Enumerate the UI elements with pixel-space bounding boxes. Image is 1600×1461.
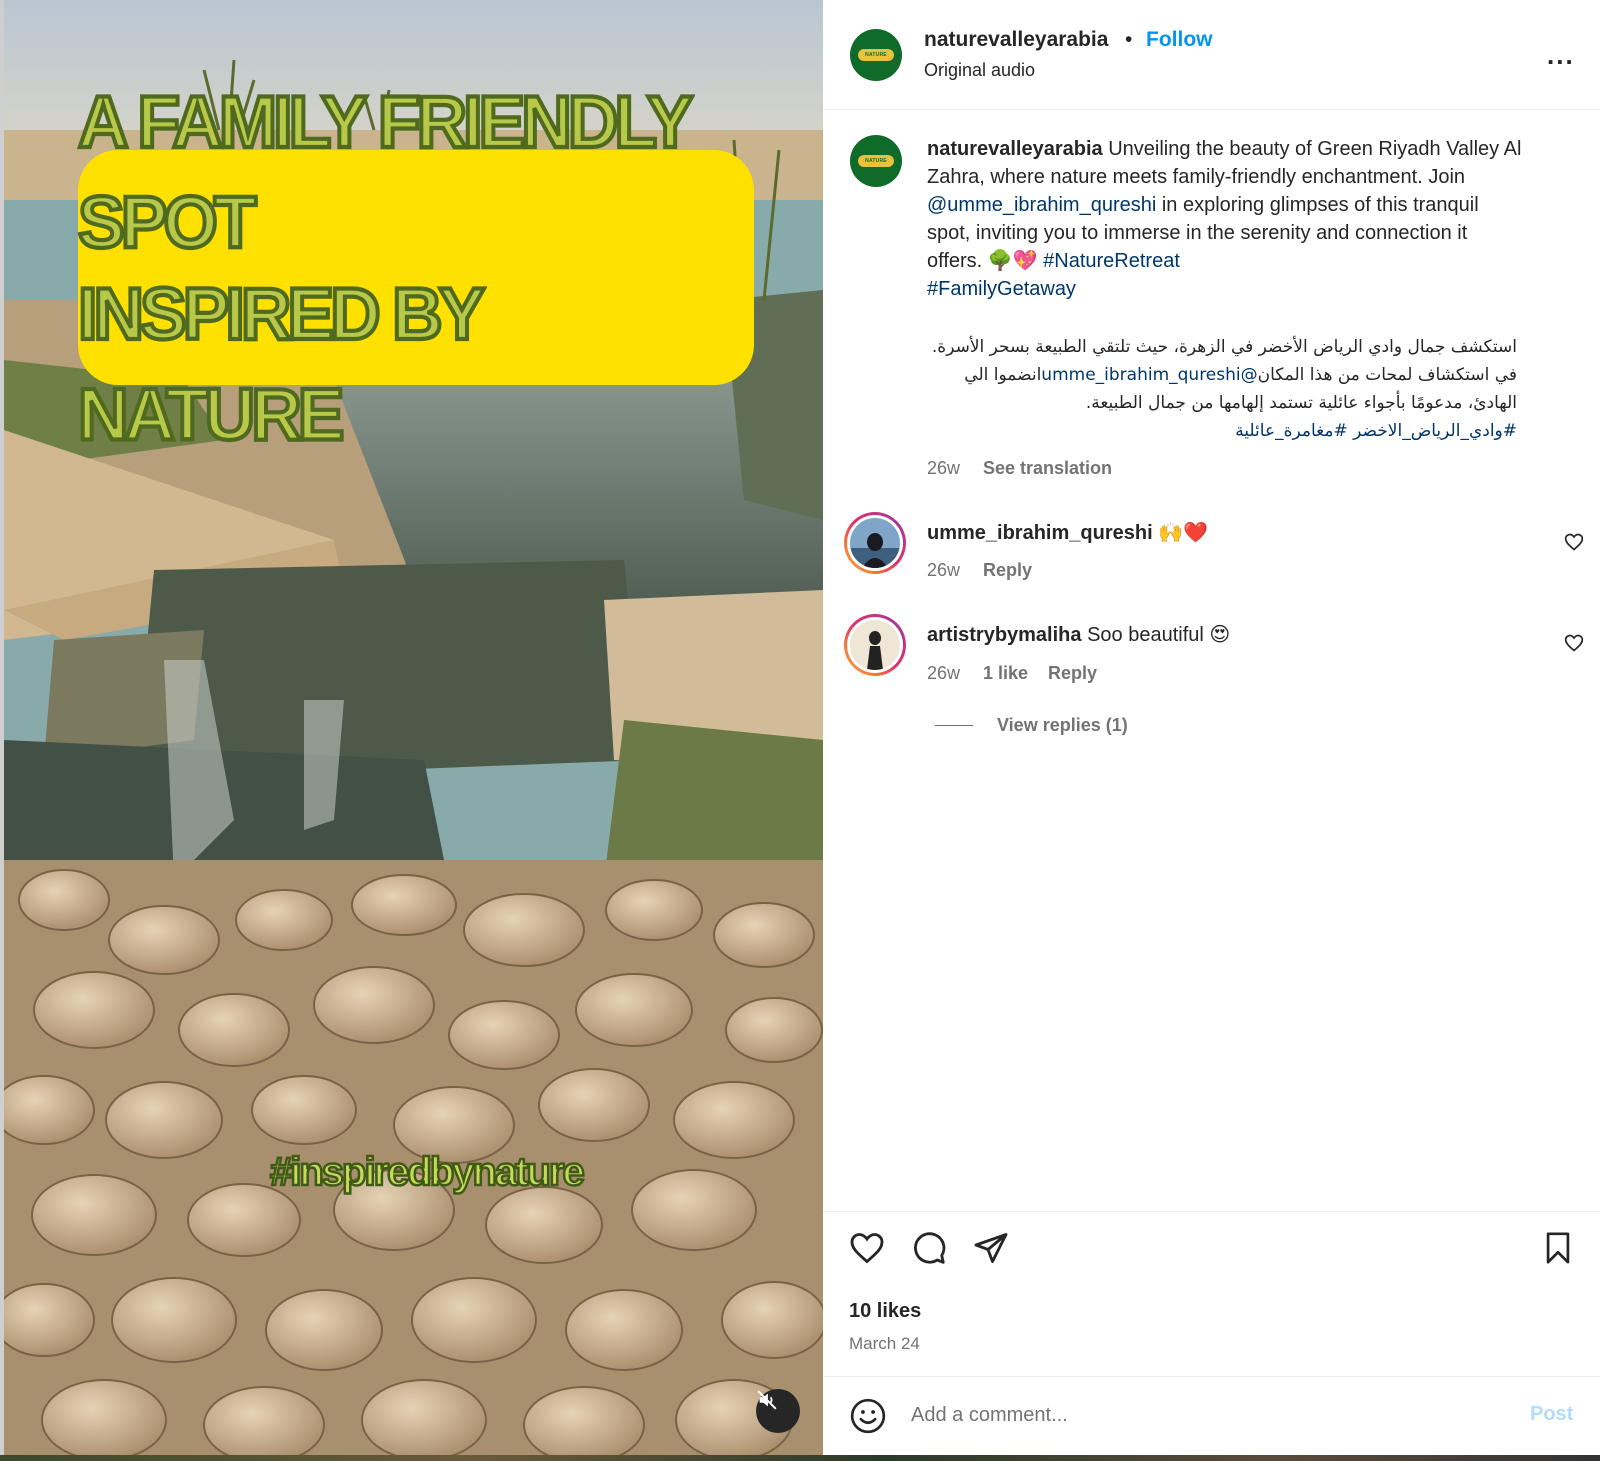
comment-2-username[interactable]: artistrybymaliha xyxy=(927,624,1082,646)
avatar-photo xyxy=(850,518,900,568)
arabic-mention[interactable]: @umme_ibrahim_qureshi xyxy=(1041,365,1257,385)
speaker-muted-icon xyxy=(757,1390,777,1410)
comment-avatar-artistry[interactable] xyxy=(844,614,906,676)
caption-username[interactable]: naturevalleyarabia xyxy=(927,138,1103,160)
comment-1-time[interactable]: 26w xyxy=(927,560,960,581)
comment-avatar-umme[interactable] xyxy=(844,512,906,574)
avatar-badge: NATURE VALLEY xyxy=(858,155,894,176)
overlay-line-2: INSPIRED BY NATURE xyxy=(76,270,486,457)
post-header: NATURE VALLEY naturevalleyarabia • Follo… xyxy=(823,0,1600,110)
replies-divider xyxy=(935,725,973,726)
comment-1-like-heart-icon[interactable] xyxy=(1564,532,1584,552)
avatar-badge: NATURE VALLEY xyxy=(858,49,894,70)
author-avatar[interactable]: NATURE VALLEY xyxy=(850,29,902,81)
caption-arabic: استكشف جمال وادي الرياض الأخضر في الزهرة… xyxy=(927,333,1517,445)
comment-icon[interactable] xyxy=(911,1230,947,1266)
arabic-tags[interactable]: #وادي_الرياض_الاخضر #مغامرة_عائلية xyxy=(927,417,1517,445)
heart-icon[interactable] xyxy=(849,1230,885,1266)
comment-2-time[interactable]: 26w xyxy=(927,663,960,684)
overlay-hashtag: #inspiredbynature xyxy=(269,1149,586,1196)
comment-2-content: artistrybymaliha Soo beautiful 😍 xyxy=(927,622,1230,647)
add-comment-bar: Post xyxy=(823,1376,1600,1455)
view-replies-button[interactable]: View replies (1) xyxy=(935,715,1128,736)
comment-2-like-heart-icon[interactable] xyxy=(1564,633,1584,653)
header-separator: • xyxy=(1125,28,1133,51)
post-comment-button[interactable]: Post xyxy=(1530,1403,1573,1426)
avatar xyxy=(850,518,900,568)
comment-input[interactable] xyxy=(911,1397,1491,1433)
mute-button[interactable] xyxy=(756,1389,800,1433)
avatar xyxy=(850,620,900,670)
audio-link[interactable]: Original audio xyxy=(924,60,1035,81)
caption-tag-family-getaway[interactable]: #FamilyGetaway xyxy=(927,278,1076,300)
caption-time[interactable]: 26w xyxy=(927,458,960,479)
post-caption: naturevalleyarabia Unveiling the beauty … xyxy=(927,135,1527,303)
bookmark-icon[interactable] xyxy=(1541,1230,1575,1266)
overlay-line-1: A FAMILY FRIENDLY SPOT xyxy=(76,78,694,265)
caption-author-avatar[interactable]: NATURE VALLEY xyxy=(850,135,902,187)
follow-button[interactable]: Follow xyxy=(1146,28,1213,52)
post-actions: 10 likes March 24 xyxy=(823,1211,1600,1361)
comment-2-reply-button[interactable]: Reply xyxy=(1048,663,1097,684)
arabic-line-2-a: انضموا الي xyxy=(964,365,1042,385)
view-replies-label: View replies (1) xyxy=(997,715,1128,735)
comment-1-content: umme_ibrahim_qureshi 🙌❤️ xyxy=(927,520,1208,545)
video-title-overlay: A FAMILY FRIENDLY SPOT INSPIRED BY NATUR… xyxy=(76,78,754,457)
arabic-line-3: الهادئ، مدعومًا بأجواء عائلية تستمد إلها… xyxy=(1085,393,1517,413)
caption-tag-nature-retreat[interactable]: #NatureRetreat xyxy=(1043,250,1180,272)
author-username[interactable]: naturevalleyarabia xyxy=(924,28,1108,52)
likes-count[interactable]: 10 likes xyxy=(849,1300,921,1323)
send-icon[interactable] xyxy=(973,1230,1009,1266)
arabic-line-2: في استكشاف لمحات من هذا المكان@umme_ibra… xyxy=(927,361,1517,389)
comment-2-text: Soo beautiful 😍 xyxy=(1081,624,1231,646)
post-date[interactable]: March 24 xyxy=(849,1334,920,1354)
comment-1-text: 🙌❤️ xyxy=(1152,522,1208,544)
comment-2-likes[interactable]: 1 like xyxy=(983,663,1028,684)
arabic-line-2-b: في استكشاف لمحات من هذا المكان xyxy=(1257,365,1517,385)
see-translation-button[interactable]: See translation xyxy=(983,458,1112,479)
more-options-button[interactable]: ... xyxy=(1547,40,1575,71)
post-video[interactable]: A FAMILY FRIENDLY SPOT INSPIRED BY NATUR… xyxy=(4,0,823,1455)
comment-1-username[interactable]: umme_ibrahim_qureshi xyxy=(927,522,1153,544)
arabic-line-1: استكشف جمال وادي الرياض الأخضر في الزهرة… xyxy=(931,337,1517,357)
smiley-icon[interactable] xyxy=(849,1397,887,1435)
post-side-panel: NATURE VALLEY naturevalleyarabia • Follo… xyxy=(823,0,1600,1455)
comment-1-reply-button[interactable]: Reply xyxy=(983,560,1032,581)
avatar-photo xyxy=(850,620,900,670)
background-strip xyxy=(0,1455,1600,1461)
caption-mention[interactable]: @umme_ibrahim_qureshi xyxy=(927,194,1156,216)
instagram-post-window: A FAMILY FRIENDLY SPOT INSPIRED BY NATUR… xyxy=(0,0,1600,1461)
